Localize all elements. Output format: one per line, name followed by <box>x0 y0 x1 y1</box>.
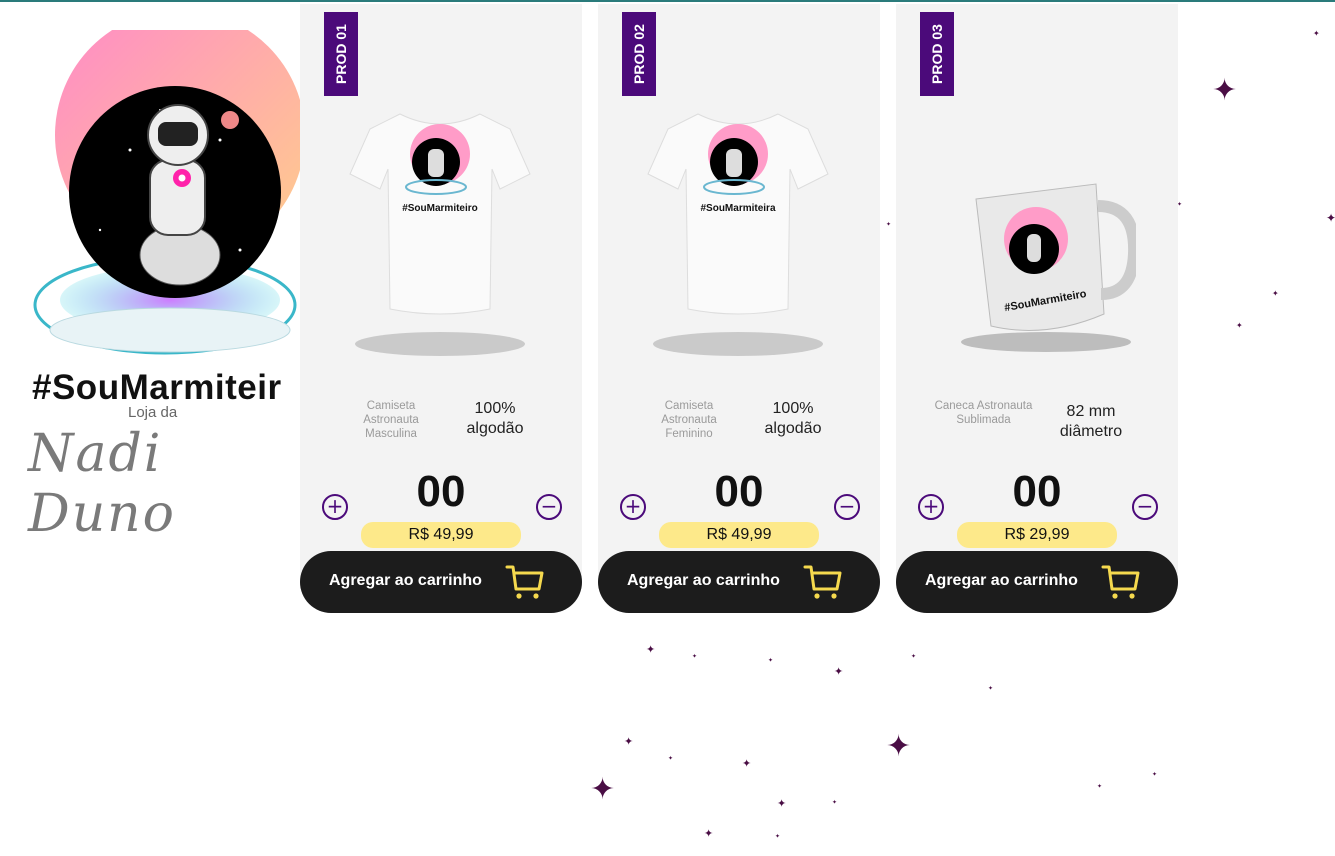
add-to-cart-label: Agregar ao carrinho <box>627 572 780 589</box>
product-description: Camiseta Astronauta Feminino <box>661 400 717 440</box>
sparkle-icon: ✦ <box>768 657 774 664</box>
sparkle-icon: ✦ <box>911 653 917 660</box>
product-tag: PROD 02 <box>622 12 656 96</box>
sparkle-icon: ✦ <box>988 685 994 692</box>
product-card-1: PROD 01 #SouMarmiteiro Camiseta Astronau… <box>300 4 582 614</box>
product-spec: 100% algodão <box>466 400 524 437</box>
add-to-cart-label: Agregar ao carrinho <box>925 572 1078 589</box>
add-to-cart-button[interactable]: Agregar ao carrinho <box>598 551 880 613</box>
sparkle-icon: ✦ <box>1097 783 1103 790</box>
decrease-quantity-button[interactable]: − <box>1132 494 1158 520</box>
sparkle-icon: ✦ <box>886 221 892 228</box>
sparkle-icon: ✦ <box>832 799 838 806</box>
sparkle-icon: ✦ <box>1313 29 1320 38</box>
sparkle-icon: ✦ <box>692 653 698 660</box>
sparkle-icon: ✦ <box>775 833 781 840</box>
add-to-cart-button[interactable]: Agregar ao carrinho <box>300 551 582 613</box>
add-to-cart-button[interactable]: Agregar ao carrinho <box>896 551 1178 613</box>
sparkle-icon: ✦ <box>1152 771 1158 778</box>
tshirt-image: #SouMarmiteira <box>647 113 829 356</box>
decrease-quantity-button[interactable]: − <box>536 494 562 520</box>
sparkle-icon: ✦ <box>1236 321 1243 330</box>
svg-text:#SouMarmiteira: #SouMarmiteira <box>700 203 775 214</box>
sparkle-icon: ✦ <box>777 797 787 810</box>
cart-icon <box>803 565 842 599</box>
sparkle-icon: ✦ <box>704 827 714 840</box>
brand-signature: Nadi Duno <box>28 424 176 544</box>
sparkle-icon: ✦ <box>668 755 674 762</box>
sparkle-icon: ✦ <box>742 757 752 770</box>
product-description: Caneca Astronauta Sublimada <box>934 400 1033 426</box>
sparkle-icon: ✦ <box>590 772 616 807</box>
brand-loja-label: Loja da <box>128 404 178 421</box>
sparkle-icon: ✦ <box>1272 289 1279 298</box>
sparkle-icon: ✦ <box>646 643 656 656</box>
product-spec: 100% algodão <box>764 400 822 437</box>
price-badge: R$ 49,99 <box>659 522 819 548</box>
svg-text:#SouMarmiteiro: #SouMarmiteiro <box>402 203 478 214</box>
tshirt-image: #SouMarmiteiro <box>349 113 531 356</box>
cart-icon <box>1101 565 1140 599</box>
product-tag: PROD 01 <box>324 12 358 96</box>
brand-hashtag: #SouMarmiteir <box>32 368 282 407</box>
sparkle-icon: ✦ <box>624 735 634 748</box>
add-to-cart-label: Agregar ao carrinho <box>329 572 482 589</box>
astronaut-logo-image <box>33 30 305 355</box>
sparkle-icon: ✦ <box>886 729 912 764</box>
sparkle-icon: ✦ <box>834 665 844 678</box>
product-tag: PROD 03 <box>920 12 954 96</box>
cart-icon <box>505 565 544 599</box>
price-badge: R$ 49,99 <box>361 522 521 548</box>
sparkle-icon: ✦ <box>1326 211 1335 225</box>
product-card-3: PROD 03 #SouMarmiteiro Caneca Astronauta… <box>896 4 1178 614</box>
product-description: Camiseta Astronauta Masculina <box>363 400 419 440</box>
product-spec: 82 mm diâmetro <box>1059 403 1123 440</box>
product-card-2: PROD 02 #SouMarmiteira Camiseta Astronau… <box>598 4 880 614</box>
mug-image: #SouMarmiteiro <box>961 183 1136 352</box>
price-badge: R$ 29,99 <box>957 522 1117 548</box>
brand-logo-block: #SouMarmiteir Loja da Nadi Duno <box>0 2 305 544</box>
decrease-quantity-button[interactable]: − <box>834 494 860 520</box>
sparkle-icon: ✦ <box>1212 73 1238 108</box>
